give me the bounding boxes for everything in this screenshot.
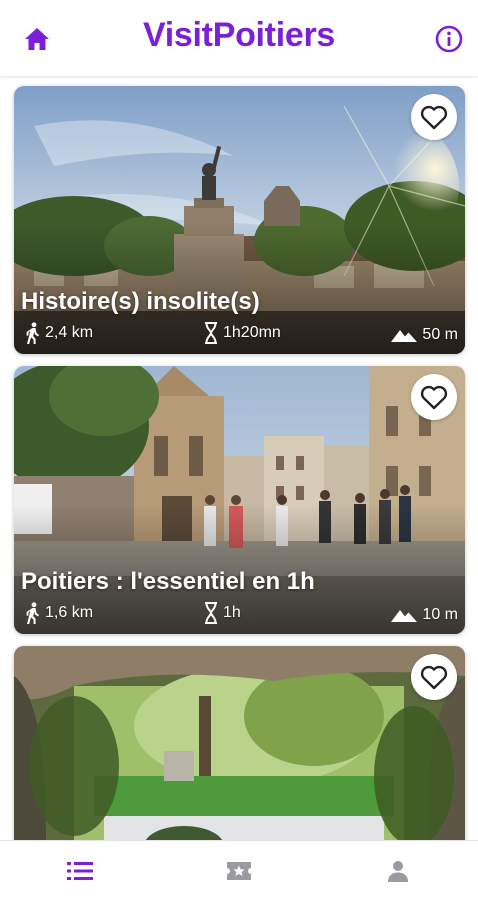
- walking-icon: [26, 602, 39, 624]
- star-ticket-icon: [226, 861, 251, 880]
- tour-photo-cave-garden: [14, 646, 465, 840]
- nav-tab-favorites[interactable]: [159, 841, 318, 900]
- nav-tab-profile[interactable]: [319, 841, 478, 900]
- duration-value: 1h: [223, 604, 241, 621]
- tour-card[interactable]: Histoire(s) insolite(s) 2,4 km 1h20mn 50…: [14, 86, 465, 354]
- info-button[interactable]: [434, 24, 464, 54]
- info-icon: [435, 25, 463, 53]
- tour-card[interactable]: [14, 646, 465, 840]
- heart-outline-icon: [420, 385, 448, 410]
- nav-tab-tours-list[interactable]: [0, 841, 159, 900]
- tour-duration: 1h20mn: [204, 322, 281, 344]
- favorite-button[interactable]: [411, 374, 457, 420]
- tour-elevation: 50 m: [391, 326, 458, 344]
- hourglass-icon: [205, 602, 217, 624]
- tour-elevation: 10 m: [391, 606, 458, 624]
- heart-outline-icon: [420, 105, 448, 130]
- tour-list: Histoire(s) insolite(s) 2,4 km 1h20mn 50…: [0, 76, 478, 840]
- elevation-value: 10 m: [422, 606, 458, 623]
- person-icon: [388, 860, 409, 882]
- duration-value: 1h20mn: [223, 324, 281, 341]
- tour-distance: 2,4 km: [26, 322, 93, 344]
- tour-title: Histoire(s) insolite(s): [21, 288, 260, 315]
- heart-outline-icon: [420, 665, 448, 690]
- mountain-icon: [391, 610, 418, 622]
- tour-duration: 1h: [204, 602, 241, 624]
- elevation-value: 50 m: [422, 326, 458, 343]
- distance-value: 2,4 km: [45, 324, 94, 341]
- app-screen: VisitPoitiers Histoire(s) insolite(s) 2,…: [0, 0, 478, 900]
- distance-value: 1,6 km: [45, 604, 94, 621]
- list-icon: [66, 861, 93, 880]
- tour-title: Poitiers : l'essentiel en 1h: [21, 568, 315, 595]
- tour-distance: 1,6 km: [26, 602, 93, 624]
- walking-icon: [26, 322, 39, 344]
- favorite-button[interactable]: [411, 94, 457, 140]
- favorite-button[interactable]: [411, 654, 457, 700]
- hourglass-icon: [205, 322, 217, 344]
- app-header: VisitPoitiers: [0, 0, 478, 76]
- app-title: VisitPoitiers: [143, 16, 335, 54]
- bottom-navigation: [0, 840, 478, 900]
- mountain-icon: [391, 330, 418, 342]
- tour-card[interactable]: Poitiers : l'essentiel en 1h 1,6 km 1h 1…: [14, 366, 465, 634]
